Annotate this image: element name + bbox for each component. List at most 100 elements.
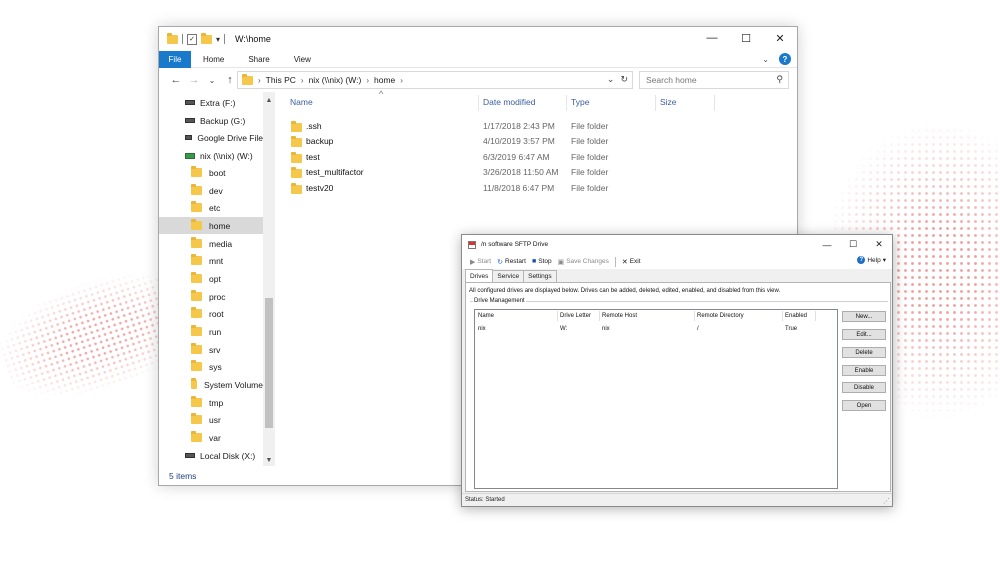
- nav-item-dev[interactable]: dev: [159, 182, 263, 199]
- nav-item-mnt[interactable]: mnt: [159, 252, 263, 269]
- disable-drive-button[interactable]: Disable: [842, 382, 886, 393]
- column-divider[interactable]: [694, 311, 695, 321]
- address-dropdown-icon[interactable]: ⌄: [607, 74, 615, 85]
- nav-item-extra[interactable]: Extra (F:): [159, 94, 263, 111]
- nav-item-run[interactable]: run: [159, 323, 263, 340]
- breadcrumb-drive[interactable]: nix (\\nix) (W:): [309, 75, 362, 85]
- nav-item-backup[interactable]: Backup (G:): [159, 112, 263, 129]
- breadcrumb-this-pc[interactable]: This PC: [266, 75, 296, 85]
- enable-drive-button[interactable]: Enable: [842, 365, 886, 376]
- breadcrumb-chevron-icon[interactable]: ›: [400, 76, 403, 85]
- column-header-size[interactable]: Size: [660, 97, 677, 107]
- column-header-enabled[interactable]: Enabled: [785, 313, 807, 319]
- nav-item-sys[interactable]: sys: [159, 358, 263, 375]
- help-icon[interactable]: ?: [779, 53, 791, 65]
- column-header-remote-directory[interactable]: Remote Directory: [697, 313, 744, 319]
- breadcrumb-chevron-icon[interactable]: ›: [258, 76, 261, 85]
- customize-toolbar-icon[interactable]: ▾: [216, 35, 220, 44]
- nav-item-tmp[interactable]: tmp: [159, 394, 263, 411]
- back-arrow-icon[interactable]: ←: [167, 74, 185, 86]
- new-drive-button[interactable]: New...: [842, 311, 886, 322]
- nav-item-usr[interactable]: usr: [159, 411, 263, 428]
- nav-item-home[interactable]: home: [159, 217, 263, 234]
- nav-item-root[interactable]: root: [159, 305, 263, 322]
- nav-item-proc[interactable]: proc: [159, 288, 263, 305]
- scroll-down-arrow-icon[interactable]: ▼: [263, 454, 275, 466]
- nav-item-system-volume[interactable]: System Volume: [159, 376, 263, 393]
- column-header-drive-letter[interactable]: Drive Letter: [560, 313, 591, 319]
- maximize-button[interactable]: ☐: [840, 235, 866, 254]
- column-header-date[interactable]: Date modified: [483, 97, 535, 107]
- breadcrumb-home[interactable]: home: [374, 75, 395, 85]
- refresh-icon[interactable]: ↻: [620, 74, 628, 85]
- minimize-button[interactable]: —: [814, 235, 840, 254]
- start-button[interactable]: ▶ Start: [470, 258, 491, 266]
- stop-button[interactable]: ■ Stop: [532, 258, 552, 265]
- search-input[interactable]: Search home ⚲: [639, 71, 789, 89]
- nav-label: run: [209, 326, 222, 337]
- help-button[interactable]: ? Help ▾: [857, 256, 886, 264]
- tab-share[interactable]: Share: [236, 55, 281, 64]
- address-bar[interactable]: › This PC › nix (\\nix) (W:) › home › ⌄ …: [237, 71, 633, 89]
- column-divider[interactable]: [655, 95, 656, 111]
- drive-letter[interactable]: W:: [560, 326, 567, 332]
- breadcrumb-chevron-icon[interactable]: ›: [366, 76, 369, 85]
- file-row[interactable]: test 6/3/2019 6:47 AM File folder: [279, 150, 797, 165]
- recent-locations-icon[interactable]: ⌄: [203, 76, 221, 85]
- column-divider[interactable]: [566, 95, 567, 111]
- expand-ribbon-icon[interactable]: ⌄: [762, 55, 769, 64]
- exit-button[interactable]: ✕ Exit: [622, 258, 641, 266]
- column-header-name[interactable]: Name: [478, 313, 494, 319]
- file-row[interactable]: test_multifactor 3/26/2018 11:50 AM File…: [279, 165, 797, 180]
- column-divider[interactable]: [714, 95, 715, 111]
- column-header-remote-host[interactable]: Remote Host: [602, 313, 637, 319]
- column-divider[interactable]: [478, 95, 479, 111]
- column-divider[interactable]: [815, 311, 816, 321]
- nav-item-boot[interactable]: boot: [159, 164, 263, 181]
- drive-name[interactable]: nix: [478, 326, 486, 332]
- file-tab[interactable]: File: [159, 50, 191, 68]
- close-button[interactable]: ✕: [763, 27, 797, 49]
- drive-enabled[interactable]: True: [785, 326, 797, 332]
- save-changes-button[interactable]: ▣ Save Changes: [558, 258, 609, 266]
- resize-grip-icon[interactable]: ⋰: [883, 497, 890, 505]
- column-header-name[interactable]: Name: [290, 97, 313, 107]
- properties-icon[interactable]: ✓: [187, 33, 197, 45]
- close-button[interactable]: ✕: [866, 235, 892, 254]
- breadcrumb-chevron-icon[interactable]: ›: [301, 76, 304, 85]
- tab-service[interactable]: Service: [492, 270, 525, 282]
- tab-drives[interactable]: Drives: [465, 269, 494, 282]
- drive-remote-directory[interactable]: /: [697, 326, 699, 332]
- delete-drive-button[interactable]: Delete: [842, 347, 886, 358]
- tab-settings[interactable]: Settings: [523, 270, 557, 282]
- nav-item-nix-drive[interactable]: nix (\\nix) (W:): [159, 147, 263, 164]
- nav-item-google-drive[interactable]: Google Drive File: [159, 129, 263, 146]
- column-divider[interactable]: [557, 311, 558, 321]
- drive-list[interactable]: Name Drive Letter Remote Host Remote Dir…: [474, 309, 838, 489]
- forward-arrow-icon[interactable]: →: [185, 74, 203, 86]
- nav-item-opt[interactable]: opt: [159, 270, 263, 287]
- column-divider[interactable]: [599, 311, 600, 321]
- nav-item-media[interactable]: media: [159, 235, 263, 252]
- minimize-button[interactable]: —: [695, 27, 729, 49]
- restart-button[interactable]: ↻ Restart: [497, 258, 526, 266]
- maximize-button[interactable]: ☐: [729, 27, 763, 49]
- nav-item-var[interactable]: var: [159, 429, 263, 446]
- file-row[interactable]: testv20 11/8/2018 6:47 PM File folder: [279, 181, 797, 196]
- nav-item-local-disk[interactable]: Local Disk (X:): [159, 447, 263, 464]
- open-drive-button[interactable]: Open: [842, 400, 886, 411]
- nav-item-srv[interactable]: srv: [159, 341, 263, 358]
- navigation-scrollbar[interactable]: ▲ ▼: [263, 92, 275, 466]
- new-folder-icon[interactable]: [201, 32, 212, 44]
- scrollbar-thumb[interactable]: [265, 298, 273, 428]
- column-header-type[interactable]: Type: [571, 97, 589, 107]
- nav-item-etc[interactable]: etc: [159, 199, 263, 216]
- column-divider[interactable]: [782, 311, 783, 321]
- file-row[interactable]: .ssh 1/17/2018 2:43 PM File folder: [279, 119, 797, 134]
- file-row[interactable]: backup 4/10/2019 3:57 PM File folder: [279, 134, 797, 149]
- drive-remote-host[interactable]: nix: [602, 326, 610, 332]
- tab-view[interactable]: View: [282, 55, 323, 64]
- scroll-up-arrow-icon[interactable]: ▲: [263, 94, 275, 106]
- edit-drive-button[interactable]: Edit...: [842, 329, 886, 340]
- tab-home[interactable]: Home: [191, 55, 236, 64]
